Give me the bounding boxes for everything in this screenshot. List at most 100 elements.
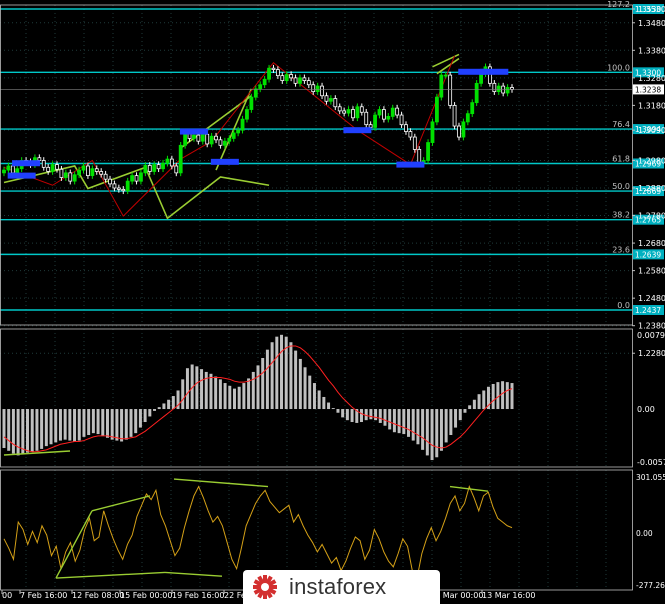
candle-body — [315, 85, 320, 93]
pattern-lines — [3, 53, 460, 220]
candle-body — [399, 114, 404, 126]
oscillator-pattern-line — [55, 510, 93, 579]
candle-body — [2, 169, 6, 174]
candle-body — [169, 158, 174, 167]
candle-body — [165, 158, 170, 164]
macd-histogram-bar — [256, 365, 260, 410]
macd-histogram-bar — [237, 386, 241, 410]
fib-price-text: 1.2639 — [635, 250, 661, 259]
candle-body — [50, 164, 55, 172]
fib-level-label: 23.6 — [612, 245, 630, 254]
candle-body — [368, 124, 373, 128]
candle-body — [236, 129, 241, 134]
macd-histogram-bar — [110, 409, 114, 440]
candle-body — [386, 116, 391, 120]
candle-body — [492, 82, 497, 93]
macd-histogram-bar — [134, 409, 138, 434]
price-tick-label: 1.2680 — [638, 239, 665, 248]
candle-body — [474, 82, 479, 104]
candle-body — [108, 178, 112, 185]
time-tick-label: 19 Feb 16:00 — [172, 591, 224, 600]
macd-histogram-bar — [261, 358, 265, 410]
fib-price-text: 1.2437 — [635, 306, 661, 315]
candle-body — [15, 168, 20, 174]
level-marker — [343, 127, 372, 134]
macd-histogram-bar — [265, 349, 269, 410]
candle-body — [240, 118, 245, 131]
oscillator-pattern-line — [164, 571, 223, 577]
fib-level-label: 0.0 — [617, 301, 630, 310]
macd-histogram-bar — [153, 409, 157, 411]
macd-histogram-bar — [275, 336, 279, 410]
macd-histogram-bar — [317, 390, 321, 410]
candle-body — [284, 74, 289, 82]
candle-body — [302, 77, 307, 82]
macd-histogram-bar — [397, 409, 401, 434]
macd-histogram-bar — [374, 409, 378, 421]
price-tick-label: 1.2980 — [638, 156, 665, 165]
candle-body — [457, 125, 461, 138]
macd-histogram-bar — [138, 409, 142, 428]
candle-body — [46, 166, 51, 172]
macd-histogram-bar — [468, 405, 472, 410]
candle-body — [452, 104, 457, 127]
candle-body — [505, 87, 510, 94]
candle-body — [183, 132, 188, 146]
macd-histogram-bar — [35, 409, 39, 451]
macd-histogram-bar — [228, 385, 232, 410]
macd-histogram-bar — [157, 407, 161, 410]
macd-histogram-bar — [392, 409, 396, 433]
oscillator-tick-label: -277.267 — [636, 581, 665, 590]
candle-body — [222, 140, 227, 146]
oscillator-pattern-line — [91, 495, 151, 512]
macd-histogram-bar — [242, 383, 246, 410]
price-tick-label: 1.3180 — [638, 101, 665, 110]
candle-body — [6, 165, 11, 171]
candle-body — [377, 109, 382, 116]
macd-histogram-bar — [120, 409, 124, 442]
time-tick-label: 7 Feb 16:00 — [20, 591, 67, 600]
oscillator-pattern-line — [173, 478, 269, 488]
macd-histogram-bar — [129, 409, 133, 437]
candle-body — [351, 109, 355, 119]
candle-body — [192, 134, 196, 139]
candle-body — [152, 164, 157, 172]
macd-histogram-bar — [359, 409, 363, 423]
oscillator-tick-label: 0.00 — [636, 529, 653, 538]
candle-body — [161, 162, 165, 170]
candle-body — [337, 106, 342, 112]
macd-histogram-bar — [214, 376, 218, 410]
macd-histogram-bar — [341, 409, 345, 418]
candle-body — [156, 164, 161, 170]
macd-histogram-bar — [369, 409, 373, 420]
candle-body — [59, 168, 64, 178]
macd-histogram-bar — [439, 409, 443, 451]
candle-body — [298, 77, 302, 84]
macd-histogram-bar — [232, 388, 236, 410]
macd-histogram-bar — [247, 378, 251, 410]
macd-histogram-bar — [402, 409, 406, 435]
macd-histogram-bar — [181, 379, 185, 410]
price-tick-label: 1.3280 — [638, 74, 665, 83]
trading-chart: 127.21.3530100.01.330076.41.309461.81.29… — [0, 0, 665, 600]
candle-body — [253, 88, 258, 98]
candle-body — [55, 164, 59, 170]
candle-body — [430, 121, 435, 143]
fib-level-label: 50.0 — [612, 182, 630, 191]
macd-histogram-bar — [421, 409, 425, 450]
price-tick-label: 1.2580 — [638, 267, 665, 276]
logo-text: instaforex — [289, 574, 387, 599]
candle-body — [320, 85, 324, 97]
macd-histogram-bar — [312, 383, 316, 410]
candle-body — [275, 69, 280, 77]
macd-histogram-bar — [444, 409, 448, 443]
candle-body — [404, 124, 408, 132]
macd-histogram-bar — [200, 369, 204, 410]
candle-body — [72, 174, 77, 182]
macd-histogram-bar — [73, 409, 77, 442]
candle-body — [443, 74, 448, 77]
macd-tick-label: 0.00798 — [637, 331, 665, 340]
candle-body — [249, 96, 254, 110]
candle-body — [134, 175, 139, 182]
macd-tick-label: -0.00571 — [637, 458, 665, 467]
